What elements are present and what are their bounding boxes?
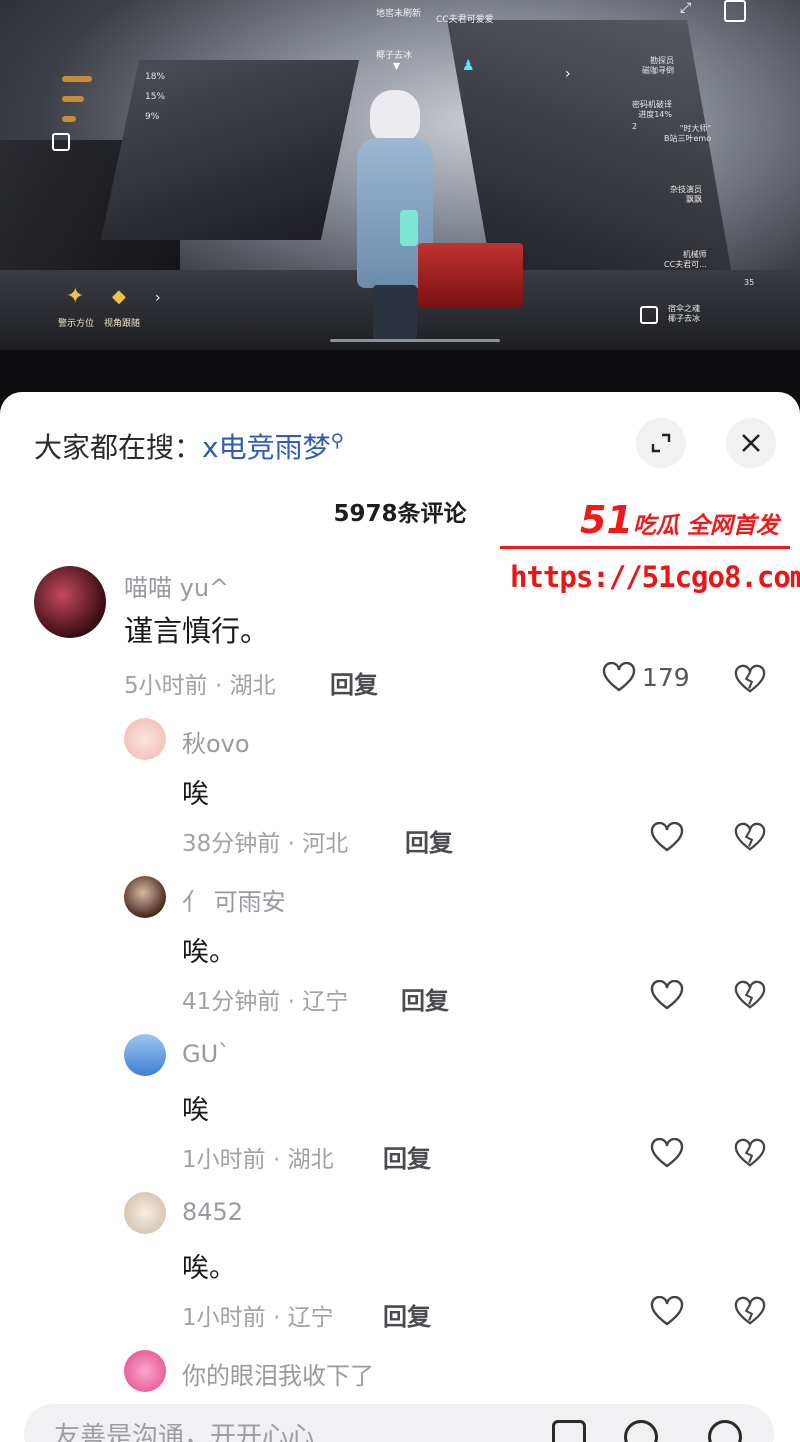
reply-button[interactable]: 回复 [330, 665, 378, 700]
comment-time-location: 5小时前 · 湖北 [124, 673, 276, 699]
trending-prefix: 大家都在搜： [34, 431, 203, 464]
treasure-chest [418, 243, 523, 308]
search-icon: ⚲ [330, 430, 344, 452]
trending-term[interactable]: x电竞雨梦 [202, 431, 331, 464]
comment-text: 唉。 [182, 1253, 236, 1284]
rock-shape [100, 60, 360, 240]
avatar[interactable] [124, 718, 166, 760]
like-button[interactable]: 179 [602, 662, 690, 692]
comment-time-location: 1小时前 · 湖北 [182, 1147, 334, 1173]
game-video[interactable]: 地窖未刷新 CC夫君可爱爱 椰子去冰 ▾ ♟ 18% 15% 9% 勘探员 磁咖寻… [0, 0, 800, 350]
comment-author[interactable]: 你的眼泪我收下了 [182, 1356, 374, 1391]
heart-icon[interactable] [650, 822, 684, 852]
comment-text: 唉 [182, 1095, 209, 1126]
marker-icon: ▾ [393, 58, 401, 74]
reply-button[interactable]: 回复 [383, 1139, 431, 1174]
broken-heart-icon[interactable] [734, 980, 766, 1010]
watermark-divider [500, 546, 790, 549]
progress-bar [62, 76, 92, 82]
hud-number: 35 [744, 278, 755, 287]
warning-direction-icon[interactable]: ✦ [66, 284, 84, 309]
camera-follow-label: 视角跟随 [104, 319, 141, 329]
player-slot: 密码机破译 进度14% [632, 100, 672, 119]
reply-button[interactable]: 回复 [401, 981, 449, 1016]
player-slot: 勘探员 磁咖寻倒 [642, 56, 674, 75]
expand-icon[interactable]: ⤢ [680, 0, 691, 16]
comment-text: 唉 [182, 779, 209, 810]
rock-shape [447, 20, 733, 280]
comment-text: 谨言慎行。 [124, 614, 270, 648]
exit-icon[interactable] [52, 133, 70, 151]
heart-icon [602, 662, 636, 692]
comment-text: 唉。 [182, 937, 236, 968]
survivor-marker-icon: ♟ [462, 58, 475, 74]
comment-sheet: 大家都在搜：x电竞雨梦⚲ 5978条评论 51吃瓜 全网首发 https://5… [0, 392, 800, 1442]
reply-button[interactable]: 回复 [383, 1297, 431, 1332]
chevron-right-icon: › [155, 290, 161, 306]
watermark-brand: 51吃瓜 全网首发 [580, 498, 779, 542]
hud-label: 地窖未刷新 [376, 9, 422, 19]
warning-direction-label: 警示方位 [58, 319, 95, 329]
avatar[interactable] [124, 876, 166, 918]
broken-heart-icon[interactable] [734, 1296, 766, 1326]
hud-count: 2 [632, 122, 638, 131]
player-slot: 机械师 CC夫君可... [664, 250, 707, 269]
hud-percent: 9% [145, 112, 160, 122]
video-progress[interactable] [330, 339, 500, 342]
hud-label: CC夫君可爱爱 [436, 15, 494, 25]
avatar[interactable] [124, 1034, 166, 1076]
reply-button[interactable]: 回复 [405, 823, 453, 858]
close-button[interactable] [726, 418, 776, 468]
comment-author[interactable]: 8452 [182, 1198, 243, 1226]
progress-bar [62, 116, 76, 122]
heart-icon[interactable] [650, 980, 684, 1010]
comment-time-location: 38分钟前 · 河北 [182, 831, 349, 857]
comment-input[interactable]: 友善是沟通，开开心心 [54, 1416, 314, 1442]
comment-author[interactable]: 秋ovo [182, 724, 250, 759]
watermark-url: https://51cgo8.com [510, 560, 800, 594]
heart-icon[interactable] [650, 1138, 684, 1168]
player-slot: 杂技演员 飘飘 [670, 185, 702, 204]
emoji-icon[interactable] [708, 1420, 742, 1442]
player-slot: 宿伞之魂 椰子去冰 [668, 304, 700, 323]
expand-button[interactable] [636, 418, 686, 468]
trending-search[interactable]: 大家都在搜：x电竞雨梦⚲ [34, 426, 344, 466]
comment-author[interactable]: 亻 可雨安 [182, 882, 286, 917]
player-slot: "时大师" B站三叶emo [664, 124, 712, 143]
image-icon[interactable] [552, 1420, 586, 1442]
hud-percent: 15% [145, 92, 166, 102]
avatar[interactable] [124, 1192, 166, 1234]
broken-heart-icon[interactable] [734, 1138, 766, 1168]
avatar[interactable] [34, 566, 106, 638]
like-count: 179 [642, 662, 690, 692]
avatar[interactable] [124, 1350, 166, 1392]
skill-icon[interactable] [640, 306, 658, 324]
heart-icon[interactable] [650, 1296, 684, 1326]
comment-input-bar[interactable]: 友善是沟通，开开心心 [24, 1404, 774, 1442]
at-icon[interactable] [624, 1420, 658, 1442]
progress-bar [62, 96, 84, 102]
broken-heart-icon[interactable] [734, 664, 766, 694]
camera-follow-icon[interactable]: ◆ [112, 286, 126, 307]
expand-icon [651, 433, 671, 453]
settings-icon[interactable] [724, 0, 746, 22]
comment-author[interactable]: GU` [182, 1040, 230, 1068]
broken-heart-icon[interactable] [734, 822, 766, 852]
comment-author[interactable]: 喵喵 yu^ [124, 568, 229, 603]
comment-time-location: 1小时前 · 辽宁 [182, 1305, 334, 1331]
close-icon [742, 434, 760, 452]
hud-percent: 18% [145, 72, 166, 82]
comment-time-location: 41分钟前 · 辽宁 [182, 989, 349, 1015]
chevron-right-icon: › [565, 66, 571, 82]
